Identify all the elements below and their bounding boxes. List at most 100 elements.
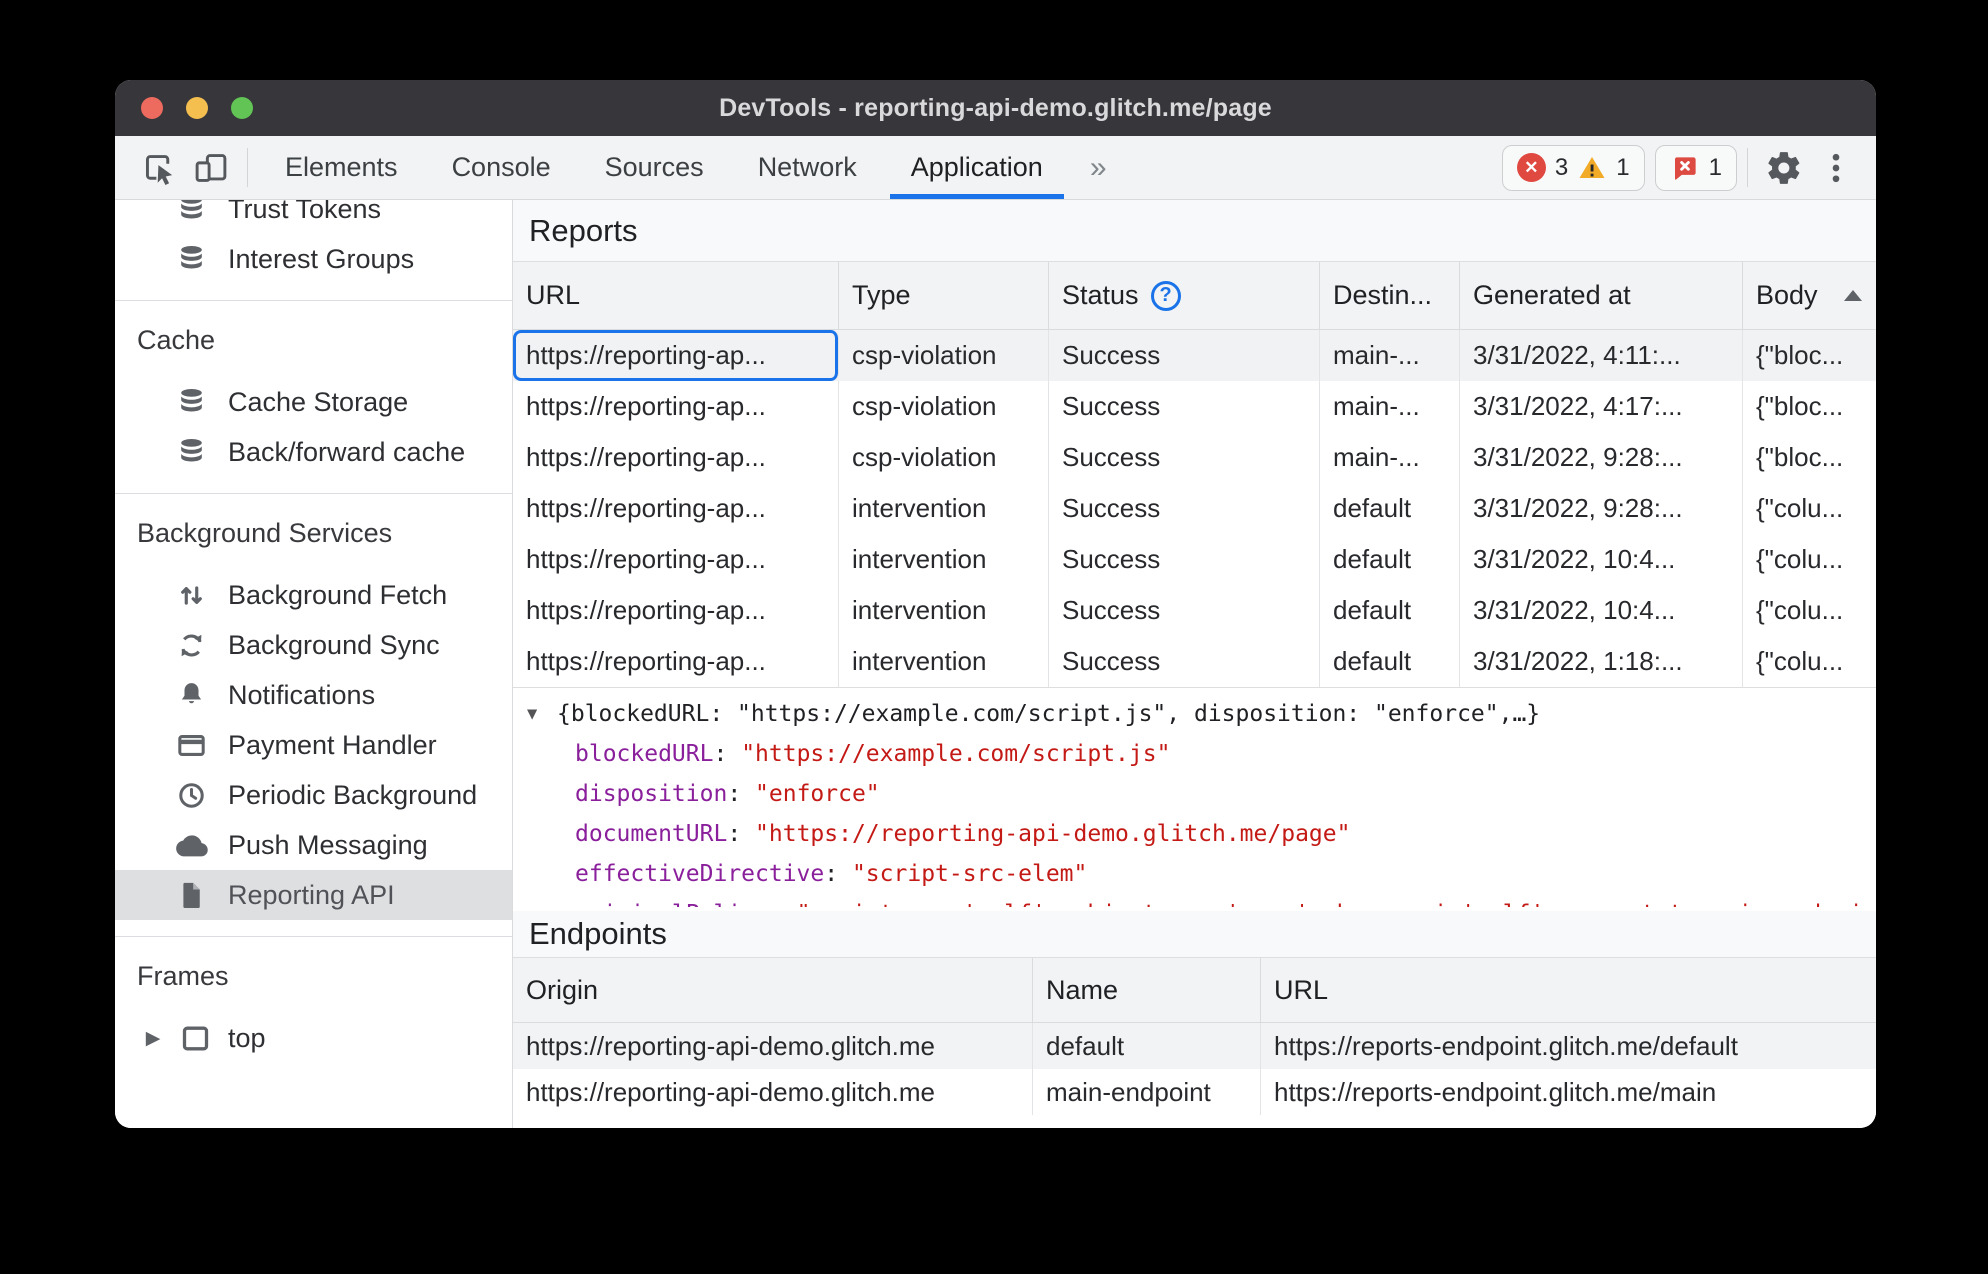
report-destination-cell[interactable]: default bbox=[1320, 636, 1460, 687]
json-preview-summary[interactable]: ▼ {blockedURL: "https://example.com/scri… bbox=[513, 694, 1876, 734]
settings-gear-icon[interactable] bbox=[1758, 136, 1810, 199]
report-body-cell[interactable]: {"bloc... bbox=[1743, 432, 1876, 483]
report-row[interactable]: https://reporting-ap... intervention Suc… bbox=[513, 585, 1876, 636]
sidebar-item-interest-groups[interactable]: Interest Groups bbox=[115, 234, 512, 284]
error-icon: ✕ bbox=[1516, 153, 1546, 182]
report-generated-cell[interactable]: 3/31/2022, 4:11:... bbox=[1460, 330, 1743, 381]
column-header-name[interactable]: Name bbox=[1033, 958, 1261, 1022]
report-destination-cell[interactable]: main-... bbox=[1320, 432, 1460, 483]
report-body-cell[interactable]: {"colu... bbox=[1743, 585, 1876, 636]
report-row[interactable]: https://reporting-ap... csp-violation Su… bbox=[513, 432, 1876, 483]
sidebar-item-background-fetch[interactable]: Background Fetch bbox=[115, 570, 512, 620]
disclosure-triangle-icon[interactable]: ▼ bbox=[527, 694, 537, 734]
report-generated-cell[interactable]: 3/31/2022, 1:18:... bbox=[1460, 636, 1743, 687]
column-header-endpoint-url[interactable]: URL bbox=[1261, 958, 1876, 1022]
issues-badge[interactable]: 1 bbox=[1654, 144, 1737, 191]
report-url-cell[interactable]: https://reporting-ap... bbox=[513, 636, 839, 687]
status-help-icon[interactable]: ? bbox=[1150, 280, 1181, 311]
column-header-status[interactable]: Status ? bbox=[1049, 262, 1320, 329]
minimize-window-button[interactable] bbox=[186, 97, 208, 119]
up-down-arrows-icon bbox=[181, 585, 202, 605]
column-header-type[interactable]: Type bbox=[839, 262, 1049, 329]
report-row[interactable]: https://reporting-ap... csp-violation Su… bbox=[513, 381, 1876, 432]
report-body-cell[interactable]: {"colu... bbox=[1743, 483, 1876, 534]
report-url-cell[interactable]: https://reporting-ap... bbox=[513, 330, 839, 381]
report-url-cell[interactable]: https://reporting-ap... bbox=[513, 381, 839, 432]
sidebar-item-push-messaging[interactable]: Push Messaging bbox=[115, 820, 512, 870]
disclosure-triangle-icon[interactable]: ▶ bbox=[143, 1027, 163, 1050]
report-url-cell[interactable]: https://reporting-ap... bbox=[513, 432, 839, 483]
device-toolbar-icon[interactable] bbox=[185, 136, 237, 199]
report-body-cell[interactable]: {"colu... bbox=[1743, 534, 1876, 585]
report-status-cell[interactable]: Success bbox=[1049, 585, 1320, 636]
report-generated-cell[interactable]: 3/31/2022, 4:17:... bbox=[1460, 381, 1743, 432]
endpoint-row[interactable]: https://reporting-api-demo.glitch.me mai… bbox=[513, 1069, 1876, 1115]
report-body-cell[interactable]: {"bloc... bbox=[1743, 330, 1876, 381]
endpoint-row[interactable]: https://reporting-api-demo.glitch.me def… bbox=[513, 1023, 1876, 1069]
sidebar-item-cache-storage[interactable]: Cache Storage bbox=[115, 377, 512, 427]
sidebar-item-periodic-background-sync[interactable]: Periodic Background bbox=[115, 770, 512, 820]
report-type-cell[interactable]: intervention bbox=[839, 483, 1049, 534]
report-url-cell[interactable]: https://reporting-ap... bbox=[513, 483, 839, 534]
sidebar-item-background-sync[interactable]: Background Sync bbox=[115, 620, 512, 670]
report-generated-cell[interactable]: 3/31/2022, 9:28:... bbox=[1460, 483, 1743, 534]
close-window-button[interactable] bbox=[141, 97, 163, 119]
report-destination-cell[interactable]: default bbox=[1320, 585, 1460, 636]
tab-application[interactable]: Application bbox=[884, 136, 1070, 199]
endpoint-origin-cell[interactable]: https://reporting-api-demo.glitch.me bbox=[513, 1069, 1033, 1115]
report-destination-cell[interactable]: main-... bbox=[1320, 381, 1460, 432]
sidebar-item-top-frame[interactable]: ▶ top bbox=[115, 1013, 512, 1063]
endpoint-name-cell[interactable]: main-endpoint bbox=[1033, 1069, 1261, 1115]
inspect-element-icon[interactable] bbox=[133, 136, 185, 199]
report-row[interactable]: https://reporting-ap... intervention Suc… bbox=[513, 534, 1876, 585]
sidebar-item-back-forward-cache[interactable]: Back/forward cache bbox=[115, 427, 512, 477]
report-row[interactable]: https://reporting-ap... intervention Suc… bbox=[513, 483, 1876, 534]
report-status-cell[interactable]: Success bbox=[1049, 636, 1320, 687]
report-type-cell[interactable]: intervention bbox=[839, 534, 1049, 585]
report-body-cell[interactable]: {"colu... bbox=[1743, 636, 1876, 687]
report-generated-cell[interactable]: 3/31/2022, 10:4... bbox=[1460, 585, 1743, 636]
report-type-cell[interactable]: csp-violation bbox=[839, 330, 1049, 381]
kebab-menu-icon[interactable] bbox=[1810, 136, 1862, 199]
column-header-origin[interactable]: Origin bbox=[513, 958, 1033, 1022]
endpoint-url-cell[interactable]: https://reports-endpoint.glitch.me/main bbox=[1261, 1069, 1876, 1115]
report-destination-cell[interactable]: default bbox=[1320, 534, 1460, 585]
report-generated-cell[interactable]: 3/31/2022, 9:28:... bbox=[1460, 432, 1743, 483]
report-type-cell[interactable]: csp-violation bbox=[839, 432, 1049, 483]
sidebar-item-payment-handler[interactable]: Payment Handler bbox=[115, 720, 512, 770]
endpoint-name-cell[interactable]: default bbox=[1033, 1023, 1261, 1069]
sidebar-item-trust-tokens[interactable]: Trust Tokens bbox=[115, 200, 512, 234]
report-destination-cell[interactable]: default bbox=[1320, 483, 1460, 534]
report-status-cell[interactable]: Success bbox=[1049, 432, 1320, 483]
json-property-clipped: originalPolicy: "script-src 'self'; obje… bbox=[513, 894, 1876, 907]
report-url-cell[interactable]: https://reporting-ap... bbox=[513, 585, 839, 636]
report-type-cell[interactable]: intervention bbox=[839, 585, 1049, 636]
sidebar-item-reporting-api[interactable]: Reporting API bbox=[115, 870, 512, 920]
endpoint-origin-cell[interactable]: https://reporting-api-demo.glitch.me bbox=[513, 1023, 1033, 1069]
column-header-destination[interactable]: Destin... bbox=[1320, 262, 1460, 329]
endpoint-url-cell[interactable]: https://reports-endpoint.glitch.me/defau… bbox=[1261, 1023, 1876, 1069]
column-header-generated-at[interactable]: Generated at bbox=[1460, 262, 1743, 329]
column-header-url[interactable]: URL bbox=[513, 262, 839, 329]
report-row[interactable]: https://reporting-ap... csp-violation Su… bbox=[513, 330, 1876, 381]
sidebar-item-notifications[interactable]: Notifications bbox=[115, 670, 512, 720]
report-type-cell[interactable]: intervention bbox=[839, 636, 1049, 687]
maximize-window-button[interactable] bbox=[231, 97, 253, 119]
report-status-cell[interactable]: Success bbox=[1049, 534, 1320, 585]
tab-console[interactable]: Console bbox=[425, 136, 578, 199]
report-generated-cell[interactable]: 3/31/2022, 10:4... bbox=[1460, 534, 1743, 585]
report-row[interactable]: https://reporting-ap... intervention Suc… bbox=[513, 636, 1876, 687]
console-status-badge[interactable]: ✕ 3 1 bbox=[1501, 144, 1645, 191]
report-status-cell[interactable]: Success bbox=[1049, 381, 1320, 432]
report-type-cell[interactable]: csp-violation bbox=[839, 381, 1049, 432]
report-body-cell[interactable]: {"bloc... bbox=[1743, 381, 1876, 432]
report-status-cell[interactable]: Success bbox=[1049, 483, 1320, 534]
tab-network[interactable]: Network bbox=[731, 136, 884, 199]
tab-sources[interactable]: Sources bbox=[578, 136, 731, 199]
report-url-cell[interactable]: https://reporting-ap... bbox=[513, 534, 839, 585]
column-header-body[interactable]: Body bbox=[1743, 262, 1876, 329]
more-tabs-icon[interactable]: » bbox=[1070, 136, 1127, 199]
tab-elements[interactable]: Elements bbox=[258, 136, 425, 199]
report-destination-cell[interactable]: main-... bbox=[1320, 330, 1460, 381]
report-status-cell[interactable]: Success bbox=[1049, 330, 1320, 381]
